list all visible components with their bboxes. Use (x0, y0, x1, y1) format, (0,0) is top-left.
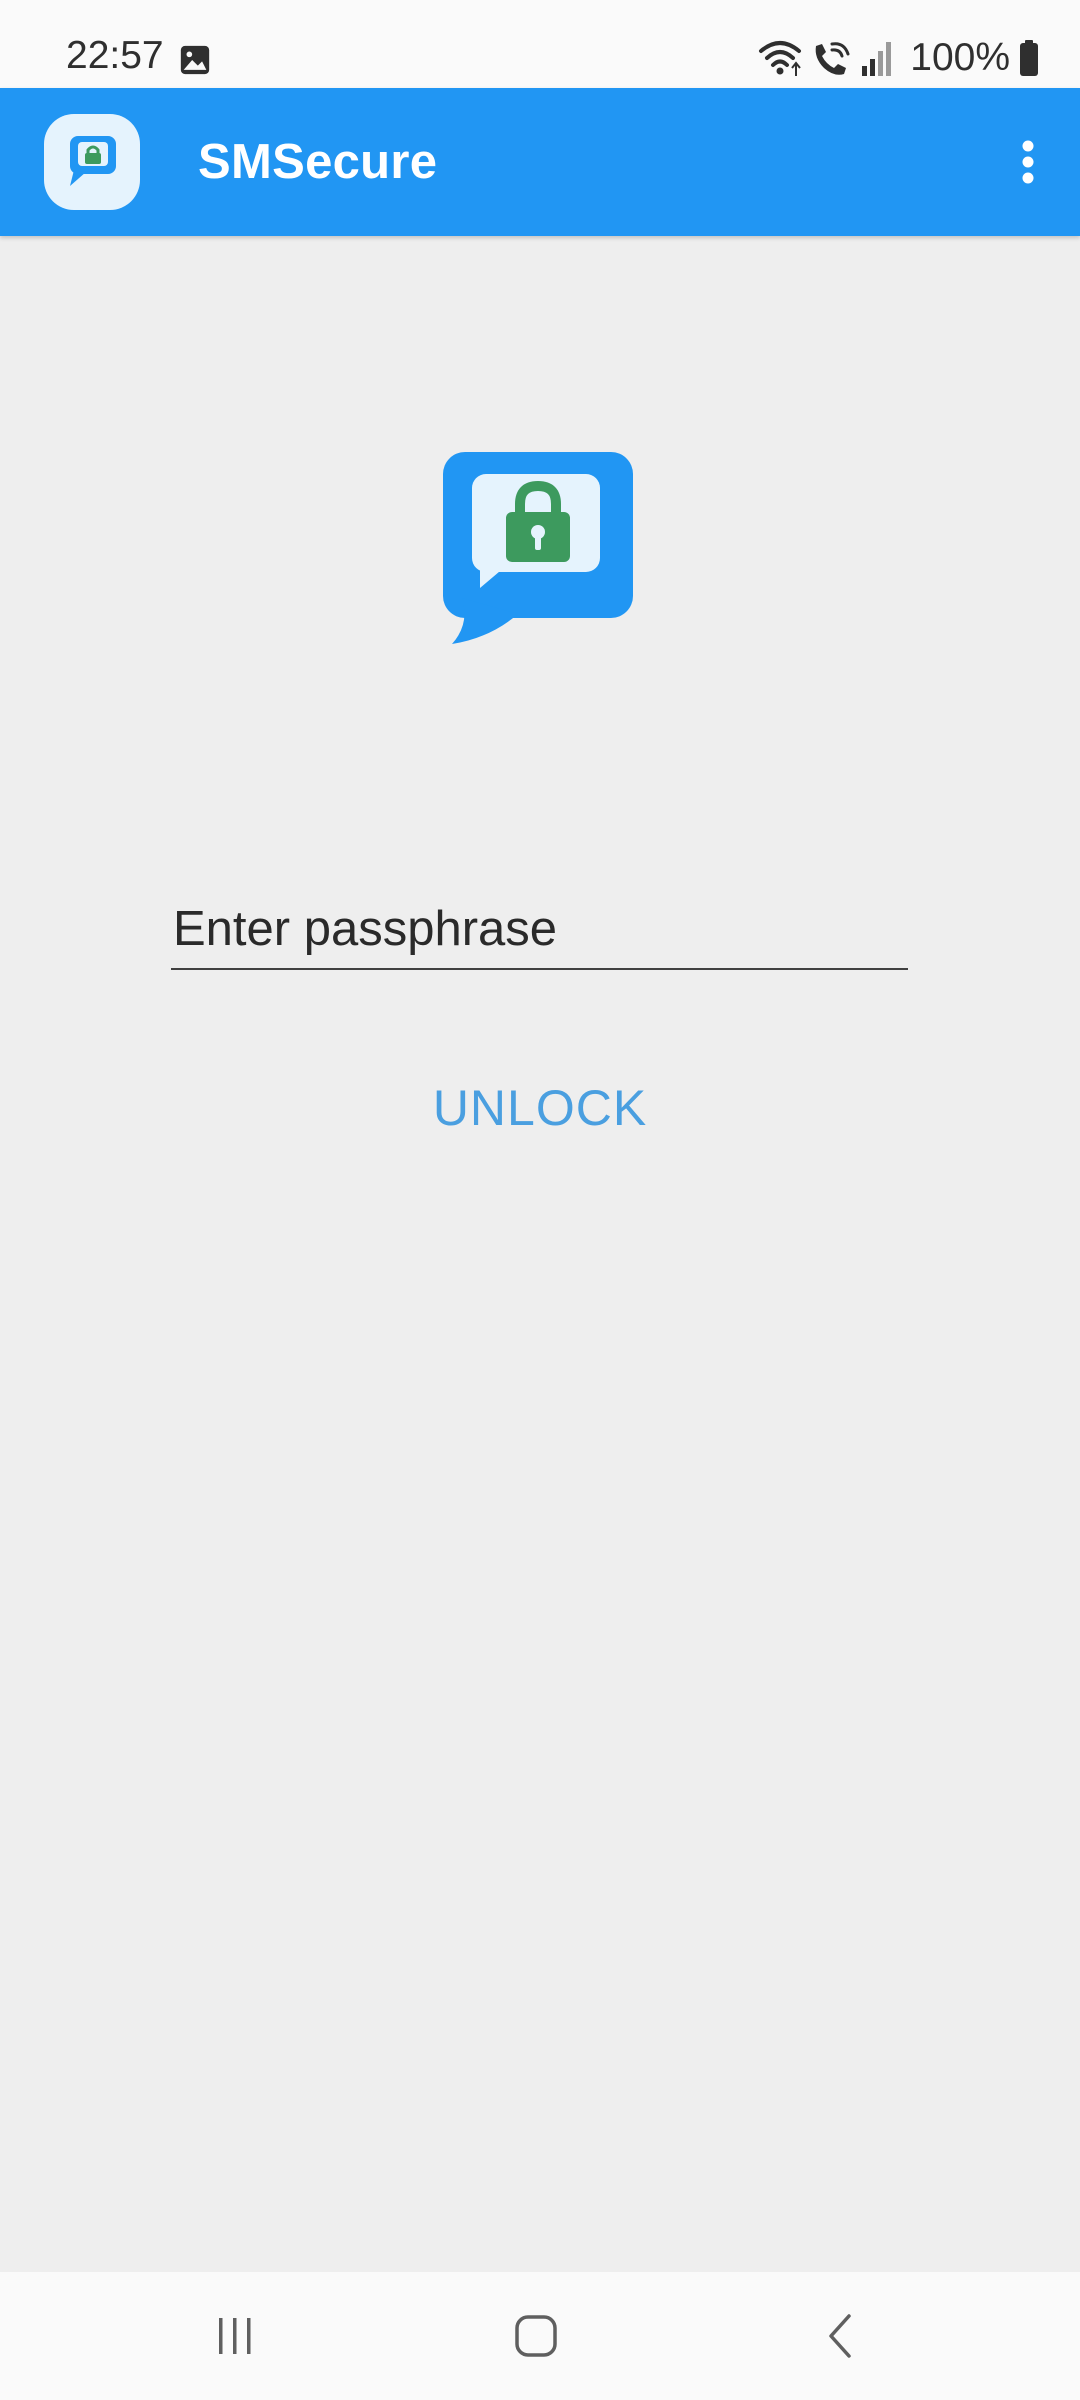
app-logo-icon (70, 136, 116, 186)
secure-message-icon (443, 452, 633, 644)
app-bar: SMSecure (0, 88, 1080, 236)
gallery-icon (180, 45, 210, 75)
wifi-icon (759, 41, 802, 76)
overflow-menu-button[interactable] (998, 118, 1058, 206)
back-button[interactable] (780, 2292, 900, 2380)
signal-icon (862, 42, 892, 76)
battery-percentage: 100% (910, 36, 1010, 79)
passphrase-input[interactable] (171, 890, 908, 970)
home-button[interactable] (476, 2292, 596, 2380)
wifi-calling-icon (815, 42, 850, 75)
back-icon (829, 2314, 851, 2358)
app-logo (44, 114, 140, 210)
recent-apps-button[interactable] (175, 2292, 295, 2380)
app-title: SMSecure (198, 135, 438, 189)
recent-apps-icon (219, 2318, 251, 2354)
status-time: 22:57 (66, 34, 164, 77)
status-icons: 100% (758, 34, 1040, 82)
more-vert-icon (1022, 140, 1034, 184)
status-bar: 22:57 100% (0, 0, 1080, 88)
navigation-bar (0, 2272, 1080, 2400)
battery-icon (1020, 40, 1038, 76)
home-icon (515, 2315, 557, 2357)
unlock-button[interactable]: UNLOCK (380, 1060, 700, 1156)
